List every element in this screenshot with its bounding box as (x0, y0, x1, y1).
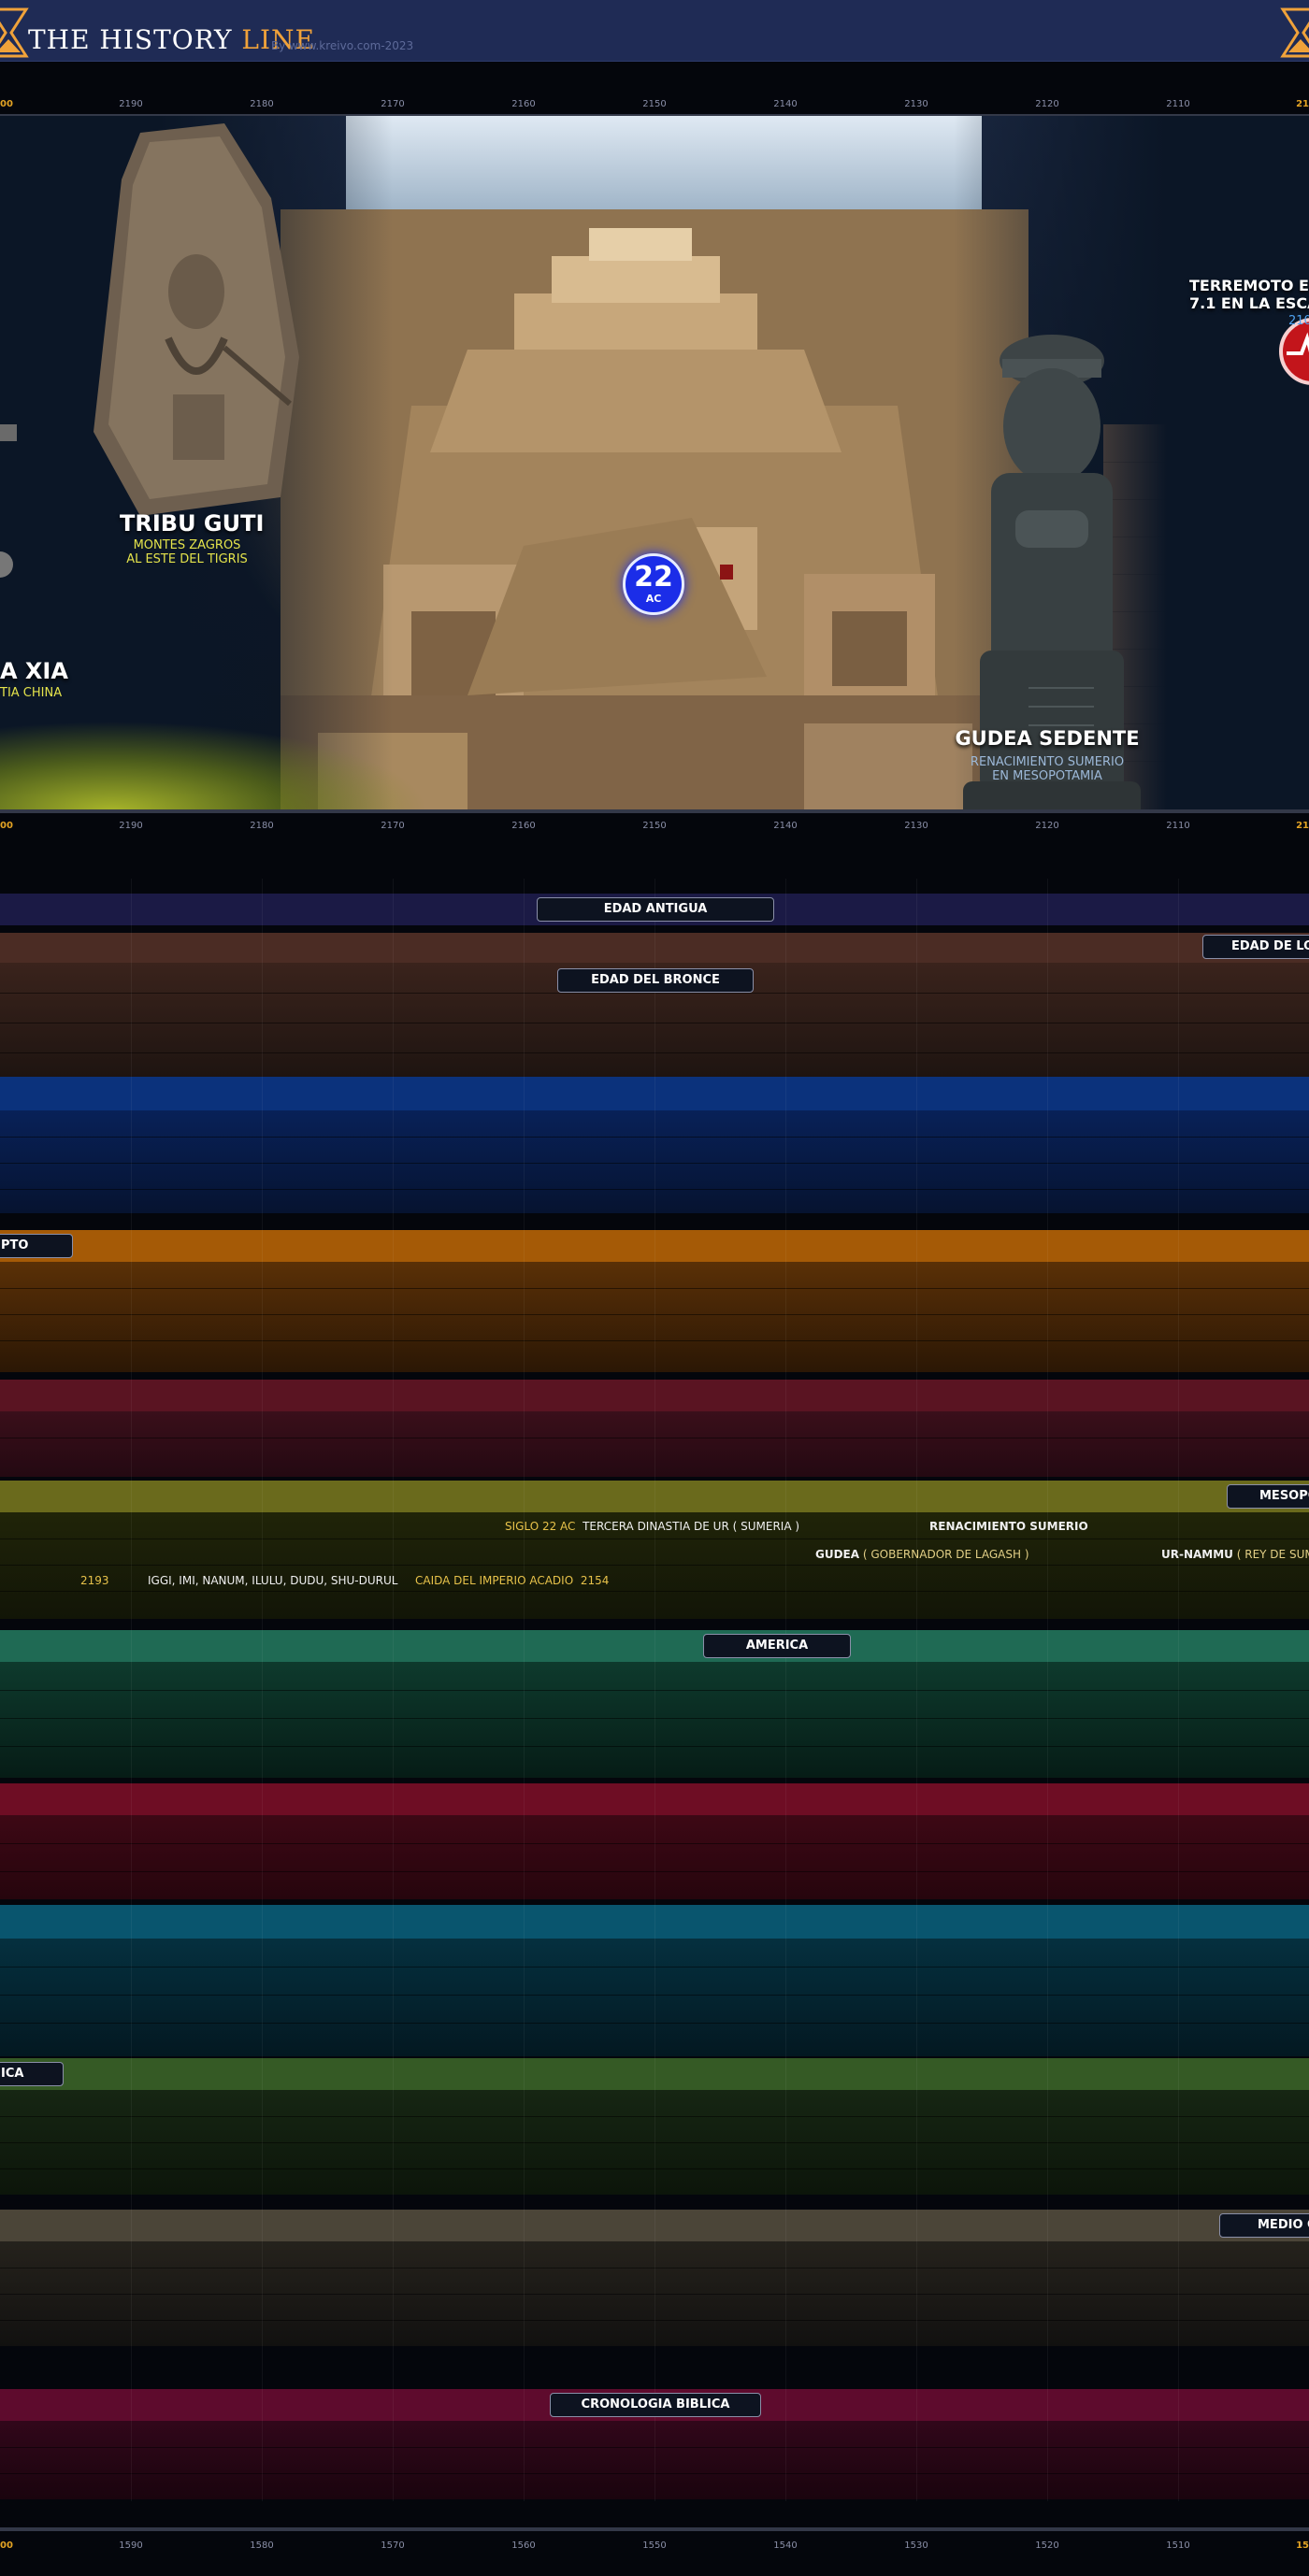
event-gudea-role: ( GOBERNADOR DE LAGASH ) (862, 1548, 1029, 1561)
app-header: THE HISTORY LINE By www.kreivo.com-2023 (0, 0, 1309, 62)
guti-title[interactable]: TRIBU GUTI (120, 510, 264, 537)
earthquake-title[interactable]: TERREMOTO EN 7.1 EN LA ESCA (1189, 277, 1309, 312)
event-caida-label: CAIDA DEL IMPERIO ACADIO (415, 1574, 574, 1587)
hero-sky (346, 116, 982, 219)
pulse-icon (1287, 332, 1309, 355)
ruler-tick: 1530 (904, 2540, 928, 2551)
ruler-divider (0, 809, 1309, 813)
region-label-africa[interactable]: ICA (0, 2062, 64, 2086)
event-urnammu-role: ( REY DE SUME (1236, 1548, 1309, 1561)
era-label-edad-antigua[interactable]: EDAD ANTIGUA (537, 897, 774, 922)
region-label-mesopotamia[interactable]: MESOPO (1227, 1484, 1309, 1509)
region-label-medio-oriente[interactable]: MEDIO O (1219, 2213, 1309, 2238)
event-renacimiento-sumerio[interactable]: RENACIMIENTO SUMERIO (929, 1520, 1088, 1533)
logo-main-text: THE HISTORY (28, 24, 233, 55)
ruler-tick: 2190 (119, 99, 143, 109)
gudea-subtitle: RENACIMIENTO SUMERIO EN MESOPOTAMIA (935, 755, 1159, 783)
event-year-2193[interactable]: 2193 (80, 1574, 109, 1587)
ruler-edge-left: 00 (0, 99, 13, 109)
ruler-tick: 2190 (119, 821, 143, 831)
ruler-tick: 2180 (250, 821, 274, 831)
ruler-tick: 1570 (381, 2540, 405, 2551)
event-year-2154-label: 2154 (580, 1574, 610, 1587)
ruler-tick: 2170 (381, 99, 405, 109)
ruler-tick: 2150 (642, 821, 667, 831)
artifact-fragment-illustration (0, 424, 17, 578)
era-label-edad-bronce[interactable]: EDAD DEL BRONCE (557, 968, 754, 993)
ruler-tick: 2140 (773, 99, 798, 109)
ruler-tick: 2120 (1035, 99, 1059, 109)
history-line-app: THE HISTORY LINE By www.kreivo.com-2023 … (0, 0, 1309, 2576)
century-number: 22 (634, 561, 673, 594)
ruler-tick: 2160 (511, 99, 536, 109)
event-year-2193-label: 2193 (80, 1574, 109, 1587)
ruler-edge-left: 00 (0, 2540, 13, 2551)
region-label-america[interactable]: AMERICA (703, 1634, 851, 1658)
guti-subtitle-line: AL ESTE DEL TIGRIS (126, 552, 248, 566)
ruler-tick: 2150 (642, 99, 667, 109)
ruler-edge-right: 21 (1296, 821, 1309, 831)
event-siglo-label: SIGLO 22 AC (505, 1520, 576, 1533)
ruler-tick: 2180 (250, 99, 274, 109)
gudea-subtitle-line: RENACIMIENTO SUMERIO (970, 755, 1125, 769)
event-renacimiento-label: RENACIMIENTO SUMERIO (929, 1520, 1088, 1533)
hourglass-icon (0, 7, 29, 58)
timeline-ruler-top[interactable]: 00 2190 2180 2170 2160 2150 2140 2130 21… (0, 93, 1309, 116)
guti-relic-illustration[interactable] (84, 123, 309, 516)
earthquake-year: 210 (1288, 314, 1309, 328)
ruler-edge-left: 00 (0, 821, 13, 831)
event-guti-kings[interactable]: IGGI, IMI, NANUM, ILULU, DUDU, SHU-DURUL (148, 1574, 397, 1587)
ruler-tick: 2120 (1035, 821, 1059, 831)
ruler-edge-right: 21 (1296, 99, 1309, 109)
xia-subtitle: TIA CHINA (0, 686, 63, 700)
xia-title[interactable]: A XIA (0, 658, 68, 684)
event-siglo-22[interactable]: SIGLO 22 AC TERCERA DINASTIA DE UR ( SUM… (505, 1520, 799, 1533)
ruler-tick: 1520 (1035, 2540, 1059, 2551)
event-caida-acadio[interactable]: CAIDA DEL IMPERIO ACADIO 2154 (415, 1574, 609, 1587)
event-tercera-dinastia: TERCERA DINASTIA DE UR ( SUMERIA ) (583, 1520, 800, 1533)
region-label-egipto[interactable]: PTO (0, 1234, 73, 1258)
ruler-tick: 2110 (1166, 821, 1190, 831)
ruler-tick: 1540 (773, 2540, 798, 2551)
ruler-edge-right: 15 (1296, 2540, 1309, 2551)
era-label-edad-de-los[interactable]: EDAD DE LO (1202, 935, 1309, 959)
earthquake-title-line: TERREMOTO EN (1189, 277, 1309, 294)
ruler-tick: 2170 (381, 821, 405, 831)
ruler-tick: 2110 (1166, 99, 1190, 109)
byline[interactable]: By www.kreivo.com-2023 (271, 39, 413, 52)
ruler-tick: 2130 (904, 99, 928, 109)
ruler-tick: 1550 (642, 2540, 667, 2551)
region-label-biblica[interactable]: CRONOLOGIA BIBLICA (550, 2393, 761, 2417)
ruler-tick: 2130 (904, 821, 928, 831)
ruler-tick: 1560 (511, 2540, 536, 2551)
guti-subtitle: MONTES ZAGROS AL ESTE DEL TIGRIS (94, 538, 280, 566)
hero-panel: 22 AC TRIBU GUTI MONTES ZAGROS AL ESTE D… (0, 116, 1309, 811)
timeline-ruler-mid[interactable]: 00 2190 2180 2170 2160 2150 2140 2130 21… (0, 815, 1309, 837)
event-guti-kings-label: IGGI, IMI, NANUM, ILULU, DUDU, SHU-DURUL (148, 1574, 398, 1587)
gudea-title[interactable]: GUDEA SEDENTE (935, 727, 1159, 750)
ruler-divider (0, 2527, 1309, 2531)
hourglass-icon (1280, 7, 1309, 58)
ruler-tick: 1580 (250, 2540, 274, 2551)
event-urnammu-name: UR-NAMMU (1161, 1548, 1233, 1561)
event-gudea-name: GUDEA (815, 1548, 860, 1561)
ruler-tick: 1510 (1166, 2540, 1190, 2551)
ruler-tick: 1590 (119, 2540, 143, 2551)
hero-glow (0, 690, 486, 811)
century-badge[interactable]: 22 AC (623, 553, 684, 615)
event-ur-nammu[interactable]: UR-NAMMU ( REY DE SUME (1161, 1548, 1309, 1561)
event-gudea[interactable]: GUDEA ( GOBERNADOR DE LAGASH ) (815, 1548, 1029, 1561)
century-unit: AC (645, 593, 662, 605)
ruler-tick: 2160 (511, 821, 536, 831)
guti-subtitle-line: MONTES ZAGROS (133, 538, 241, 552)
timeline-bands[interactable]: EDAD ANTIGUA EDAD DE LO EDAD DEL BRONCE … (0, 879, 1309, 2501)
timeline-ruler-bottom[interactable]: 00 1590 1580 1570 1560 1550 1540 1530 15… (0, 2535, 1309, 2557)
ruler-tick: 2140 (773, 821, 798, 831)
earthquake-title-line: 7.1 EN LA ESCA (1189, 294, 1309, 312)
gudea-subtitle-line: EN MESOPOTAMIA (992, 769, 1102, 783)
